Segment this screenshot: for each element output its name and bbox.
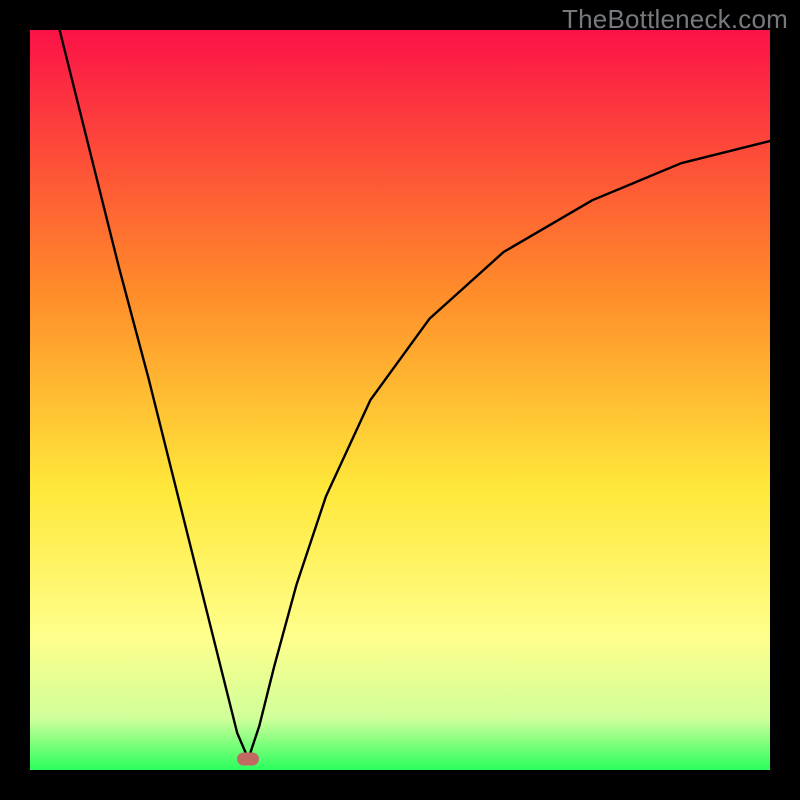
bottleneck-curve — [30, 30, 770, 770]
curve-path — [60, 30, 770, 759]
plot-area — [30, 30, 770, 770]
chart-frame: TheBottleneck.com — [0, 0, 800, 800]
minimum-marker — [237, 752, 259, 765]
watermark-text: TheBottleneck.com — [562, 4, 788, 35]
